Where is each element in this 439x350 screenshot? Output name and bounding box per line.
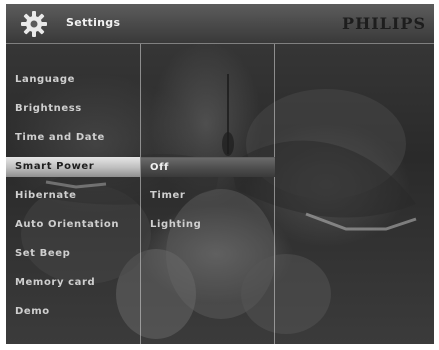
brand-logo: PHILIPS [342, 14, 426, 33]
page-title: Settings [66, 16, 121, 29]
title-bar: Settings PHILIPS [6, 4, 434, 44]
menu-item-hibernate[interactable]: Hibernate [6, 186, 140, 206]
menu-item-brightness[interactable]: Brightness [6, 99, 140, 119]
submenu-item-lighting[interactable]: Lighting [141, 215, 275, 235]
menu-item-time-and-date[interactable]: Time and Date [6, 128, 140, 148]
submenu-item-off[interactable]: Off [141, 157, 275, 177]
photo-frame-screen: Settings PHILIPS Language Brightness Tim… [6, 4, 434, 344]
gear-icon [20, 10, 48, 38]
menu-item-smart-power[interactable]: Smart Power [6, 157, 140, 177]
menu-item-memory-card[interactable]: Memory card [6, 273, 140, 293]
menu-item-language[interactable]: Language [6, 70, 140, 90]
submenu-item-timer[interactable]: Timer [141, 186, 275, 206]
menu-item-demo[interactable]: Demo [6, 302, 140, 322]
menu-item-set-beep[interactable]: Set Beep [6, 244, 140, 264]
menu-item-auto-orientation[interactable]: Auto Orientation [6, 215, 140, 235]
